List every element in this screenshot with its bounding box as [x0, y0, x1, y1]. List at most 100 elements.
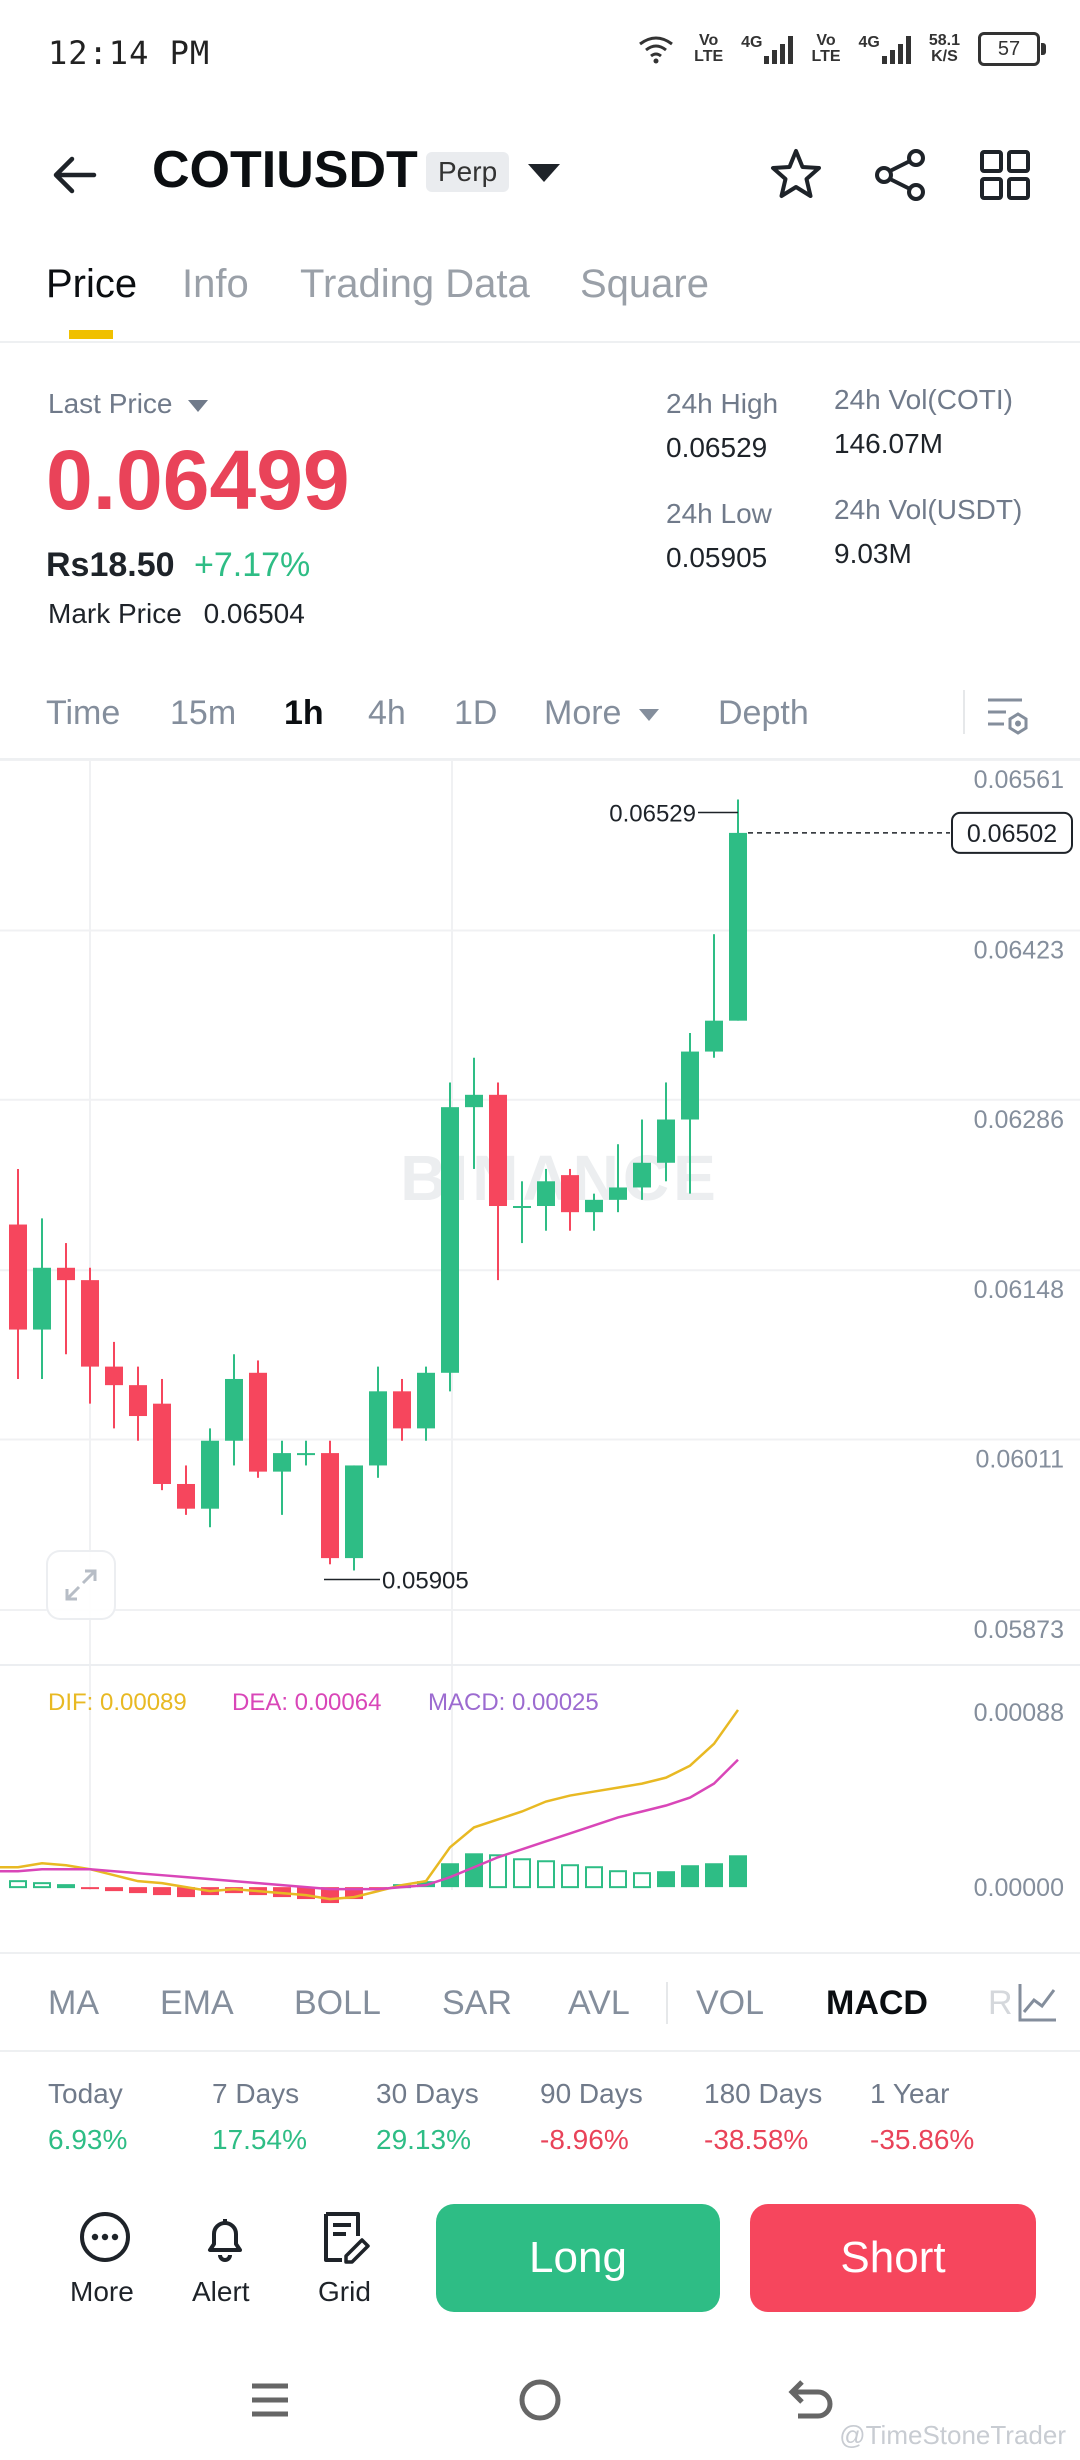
alert-bell-icon[interactable]	[198, 2210, 252, 2264]
candle-body	[561, 1175, 579, 1213]
inr-price: Rs18.50 +7.17%	[46, 546, 310, 585]
interval-1h[interactable]: 1h	[284, 694, 324, 733]
signal-bars-1-icon	[764, 34, 794, 64]
macd-histogram-bar	[561, 1864, 579, 1889]
vol-usdt-label: 24h Vol(USDT)	[834, 494, 1023, 525]
candle-body	[225, 1378, 243, 1441]
long-button[interactable]: Long	[436, 2204, 720, 2312]
recent-apps-icon[interactable]	[240, 2370, 300, 2430]
candle-body	[153, 1403, 171, 1484]
inr-value: Rs18.50	[46, 546, 175, 584]
back-nav-icon[interactable]	[780, 2370, 840, 2430]
tab-info[interactable]: Info	[182, 262, 249, 307]
high-value: 0.06529	[666, 432, 768, 463]
indicator-avl[interactable]: AVL	[568, 1984, 630, 2023]
alert-label[interactable]: Alert	[192, 2276, 250, 2308]
macd-histogram-bar	[705, 1863, 723, 1888]
home-icon[interactable]	[510, 2370, 570, 2430]
interval-15m[interactable]: 15m	[170, 694, 236, 733]
candle-body	[369, 1391, 387, 1466]
macd-y-tick-label: 0.00000	[974, 1874, 1064, 1902]
tabs-divider	[0, 341, 1080, 343]
net-speed: 58.1 K/S	[929, 33, 960, 65]
star-icon[interactable]	[766, 145, 826, 205]
symbol-title[interactable]: COTIUSDT	[152, 140, 418, 200]
indicator-boll[interactable]: BOLL	[294, 1984, 381, 2023]
net-type-1: 4G	[741, 34, 763, 51]
y-tick-label: 0.06011	[975, 1446, 1064, 1474]
macd-histogram-bar	[513, 1858, 531, 1889]
last-price-label[interactable]: Last Price	[48, 388, 209, 420]
perf-value-30d: 29.13%	[376, 2124, 471, 2155]
current-price-tag: 0.06502	[967, 820, 1057, 848]
expand-chart-button[interactable]	[46, 1550, 116, 1620]
back-arrow-icon[interactable]	[50, 150, 100, 200]
perf-value-90d: -8.96%	[540, 2124, 629, 2155]
short-button[interactable]: Short	[750, 2204, 1036, 2312]
candle-body	[513, 1206, 531, 1209]
last-price: 0.06499	[46, 433, 350, 527]
grid-icon[interactable]	[975, 145, 1035, 205]
share-icon[interactable]	[870, 145, 930, 205]
interval-time[interactable]: Time	[46, 694, 120, 733]
grid-label[interactable]: Grid	[318, 2276, 371, 2308]
signal-2: 4G	[859, 34, 911, 64]
tab-price[interactable]: Price	[46, 262, 137, 307]
macd-histogram-bar	[681, 1865, 699, 1888]
tab-square[interactable]: Square	[580, 262, 709, 307]
interval-more[interactable]: More	[544, 694, 659, 733]
more-label[interactable]: More	[70, 2276, 134, 2308]
macd-histogram-bar	[9, 1880, 27, 1889]
candle-body	[345, 1465, 363, 1559]
candle-body	[441, 1107, 459, 1373]
candle-body	[57, 1267, 75, 1281]
low-label: 24h Low	[666, 498, 772, 529]
indicator-macd[interactable]: MACD	[826, 1984, 928, 2023]
symbol-dropdown-icon[interactable]	[528, 164, 560, 182]
perf-label-180d: 180 Days	[704, 2078, 823, 2109]
candle-body	[585, 1199, 603, 1213]
candle-body	[297, 1453, 315, 1456]
signal-1: 4G	[741, 34, 794, 64]
change-percent: +7.17%	[194, 546, 311, 584]
candle-body	[129, 1385, 147, 1417]
candle-body	[489, 1094, 507, 1207]
perf-value-180d: -38.58%	[704, 2124, 809, 2155]
indicator-ma[interactable]: MA	[48, 1984, 99, 2023]
status-time: 12:14 PM	[48, 34, 211, 72]
candle-body	[201, 1440, 219, 1509]
tab-trading-data[interactable]: Trading Data	[300, 262, 530, 307]
mark-price-label: Mark Price	[48, 598, 182, 629]
more-icon[interactable]	[78, 2210, 132, 2264]
indicator-sar[interactable]: SAR	[442, 1984, 512, 2023]
vol-coti-label: 24h Vol(COTI)	[834, 384, 1013, 415]
macd-histogram-bar	[153, 1887, 171, 1896]
indicator-vol[interactable]: VOL	[696, 1984, 764, 2023]
perf-label-90d: 90 Days	[540, 2078, 643, 2109]
candle-body	[9, 1224, 27, 1330]
vol-coti-value: 146.07M	[834, 428, 943, 459]
interval-4h[interactable]: 4h	[368, 694, 406, 733]
candle-body	[681, 1051, 699, 1120]
perp-badge: Perp	[426, 152, 510, 192]
chart-settings-icon[interactable]	[982, 690, 1032, 740]
interval-depth[interactable]: Depth	[718, 694, 809, 733]
macd-histogram-bar	[609, 1870, 627, 1889]
candle-body	[81, 1280, 99, 1367]
macd-histogram-bar	[537, 1860, 555, 1889]
price-chart[interactable]: 0.06561 0.06423 0.06286 0.06148 0.06011 0.058…	[0, 760, 1080, 1910]
indicator-ema[interactable]: EMA	[160, 1984, 234, 2023]
indicator-chart-icon	[1018, 1984, 1056, 2022]
high-label: 24h High	[666, 388, 779, 419]
perf-label-30d: 30 Days	[376, 2078, 479, 2109]
indicator-settings[interactable]	[1012, 1970, 1080, 2034]
macd-dea-line	[0, 1758, 739, 1891]
candle-body	[321, 1453, 339, 1559]
grid-bot-icon[interactable]	[318, 2210, 372, 2264]
expand-icon	[65, 1569, 97, 1601]
indicator-rsi-partial[interactable]: R	[988, 1984, 1013, 2023]
high-annotation: 0.06529	[609, 801, 696, 828]
interval-1d[interactable]: 1D	[454, 694, 497, 733]
y-tick-label: 0.06286	[974, 1106, 1064, 1134]
low-annotation: 0.05905	[382, 1567, 469, 1594]
